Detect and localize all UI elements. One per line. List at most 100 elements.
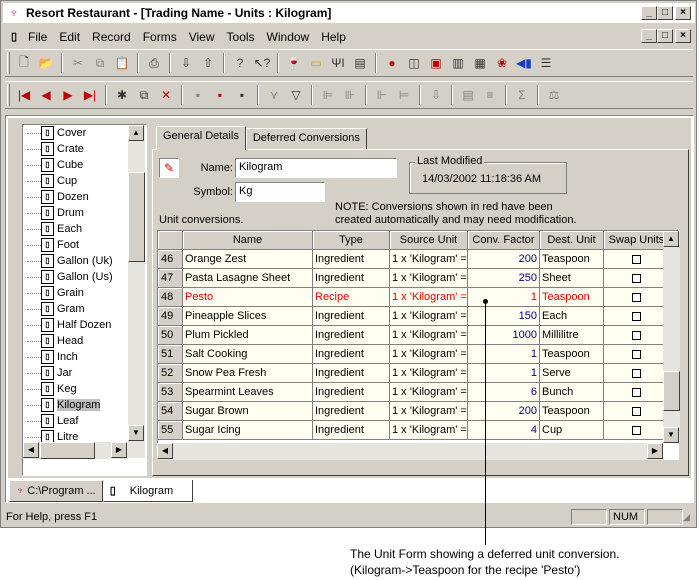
scroll-right-icon[interactable]: ▶ bbox=[111, 442, 127, 458]
cell-swap-units[interactable] bbox=[604, 288, 670, 307]
header-dest-unit[interactable]: Dest. Unit bbox=[540, 231, 604, 250]
cell-name[interactable]: Spearmint Leaves bbox=[183, 383, 313, 402]
cell-source-unit[interactable]: 1 x 'Kilogram' = bbox=[390, 402, 468, 421]
window-tab-program[interactable]: ♆ C:\Program ... bbox=[9, 480, 103, 502]
cell-conv-factor[interactable]: 6 bbox=[468, 383, 540, 402]
cell-swap-units[interactable] bbox=[604, 421, 670, 440]
cell-dest-unit[interactable]: Millilitre bbox=[540, 326, 604, 345]
cell-name[interactable]: Orange Zest bbox=[183, 250, 313, 269]
scroll-thumb[interactable] bbox=[128, 172, 145, 262]
header-type[interactable]: Type bbox=[313, 231, 390, 250]
swap-checkbox[interactable] bbox=[632, 330, 641, 340]
tree-item[interactable]: ▯ Leaf bbox=[23, 413, 127, 429]
cell-conv-factor[interactable]: 200 bbox=[468, 250, 540, 269]
cell-dest-unit[interactable]: Teaspoon bbox=[540, 288, 604, 307]
grid-scroll-down-icon[interactable]: ▼ bbox=[663, 427, 679, 443]
stack-icon[interactable]: ≡ bbox=[480, 85, 500, 105]
table-row[interactable]: 55 Sugar Icing Ingredient 1 x 'Kilogram' = 4… bbox=[158, 421, 678, 440]
tree-item[interactable]: ▯ Keg bbox=[23, 381, 127, 397]
grid-scroll-thumb[interactable] bbox=[663, 371, 680, 411]
mdi-minimize-button[interactable]: _ bbox=[641, 29, 657, 43]
copy-icon[interactable]: ⧉ bbox=[90, 53, 110, 73]
swap-checkbox[interactable] bbox=[632, 311, 641, 321]
tree-vscroll[interactable]: ▲ ▼ bbox=[128, 125, 145, 458]
header-swap-units[interactable]: Swap Units bbox=[604, 231, 670, 250]
align-4-icon[interactable]: ⊨ bbox=[394, 85, 414, 105]
cell-name[interactable]: Salt Cooking bbox=[183, 345, 313, 364]
scroll-up-icon[interactable]: ▲ bbox=[128, 125, 144, 141]
cell-swap-units[interactable] bbox=[604, 383, 670, 402]
cell-swap-units[interactable] bbox=[604, 345, 670, 364]
dish-icon[interactable]: ◫ bbox=[404, 53, 424, 73]
menu-forms[interactable]: Forms bbox=[137, 30, 183, 44]
book-icon[interactable]: ▥ bbox=[448, 53, 468, 73]
grid-hscroll[interactable]: ◀ ▶ bbox=[157, 443, 663, 460]
cell-source-unit[interactable]: 1 x 'Kilogram' = bbox=[390, 364, 468, 383]
cell-conv-factor[interactable]: 1 bbox=[468, 345, 540, 364]
next-record-icon[interactable]: ▶ bbox=[58, 85, 78, 105]
swap-checkbox[interactable] bbox=[632, 349, 641, 359]
wine-icon[interactable]: 🍷 bbox=[284, 53, 304, 73]
cell-swap-units[interactable] bbox=[604, 402, 670, 421]
cell-dest-unit[interactable]: Teaspoon bbox=[540, 402, 604, 421]
grid-scroll-left-icon[interactable]: ◀ bbox=[157, 443, 173, 459]
cell-source-unit[interactable]: 1 x 'Kilogram' = bbox=[390, 345, 468, 364]
table-row[interactable]: 48 Pesto Recipe 1 x 'Kilogram' = 1 Teaspoon bbox=[158, 288, 678, 307]
cell-type[interactable]: Ingredient bbox=[313, 364, 390, 383]
cell-type[interactable]: Recipe bbox=[313, 288, 390, 307]
paste-icon[interactable]: 📋 bbox=[112, 53, 132, 73]
new-record-icon[interactable]: ✱ bbox=[112, 85, 132, 105]
cell-name[interactable]: Pasta Lasagne Sheet bbox=[183, 269, 313, 288]
table-row[interactable]: 54 Sugar Brown Ingredient 1 x 'Kilogram' = 2… bbox=[158, 402, 678, 421]
cell-swap-units[interactable] bbox=[604, 326, 670, 345]
filter-icon[interactable]: ▽ bbox=[286, 85, 306, 105]
menu-record[interactable]: Record bbox=[86, 30, 137, 44]
cell-source-unit[interactable]: 1 x 'Kilogram' = bbox=[390, 383, 468, 402]
cell-dest-unit[interactable]: Teaspoon bbox=[540, 250, 604, 269]
cell-type[interactable]: Ingredient bbox=[313, 250, 390, 269]
grid-vscroll[interactable]: ▲ ▼ bbox=[663, 231, 680, 443]
document-icon[interactable]: ▤ bbox=[350, 53, 370, 73]
sum-icon[interactable]: Σ bbox=[512, 85, 532, 105]
swap-checkbox[interactable] bbox=[632, 425, 641, 435]
ingredient-icon[interactable]: ▭ bbox=[306, 53, 326, 73]
resize-grip-icon[interactable]: ◢ bbox=[683, 512, 695, 523]
scroll-left-icon[interactable]: ◀ bbox=[23, 442, 39, 458]
cell-name[interactable]: Pesto bbox=[183, 288, 313, 307]
swap-checkbox[interactable] bbox=[632, 387, 641, 397]
report-icon[interactable]: ▣ bbox=[426, 53, 446, 73]
tree-item[interactable]: ▯ Gram bbox=[23, 301, 127, 317]
doc-menu-icon[interactable]: ▯ bbox=[6, 29, 22, 45]
cell-type[interactable]: Ingredient bbox=[313, 269, 390, 288]
window-tab-kilogram[interactable]: ▯ Kilogram bbox=[102, 480, 193, 502]
tree-item[interactable]: ▯ Head bbox=[23, 333, 127, 349]
align-3-icon[interactable]: ⊩ bbox=[372, 85, 392, 105]
cell-type[interactable]: Ingredient bbox=[313, 326, 390, 345]
cell-name[interactable]: Pineapple Slices bbox=[183, 307, 313, 326]
last-record-icon[interactable]: ▶| bbox=[80, 85, 100, 105]
import-data-icon[interactable]: ⇩ bbox=[426, 85, 446, 105]
export-icon[interactable]: ⇧ bbox=[198, 53, 218, 73]
app-icon[interactable]: ♆ bbox=[6, 5, 22, 21]
import-icon[interactable]: ⇩ bbox=[176, 53, 196, 73]
tree-item[interactable]: ▯ Dozen bbox=[23, 189, 127, 205]
save-all-icon[interactable]: ▪ bbox=[210, 85, 230, 105]
mdi-restore-button[interactable]: □ bbox=[657, 29, 673, 43]
cell-swap-units[interactable] bbox=[604, 269, 670, 288]
cell-conv-factor[interactable]: 1 bbox=[468, 364, 540, 383]
toolbar-grip-2[interactable] bbox=[7, 84, 10, 106]
tree-item[interactable]: ▯ Jar bbox=[23, 365, 127, 381]
menu-edit[interactable]: Edit bbox=[53, 30, 86, 44]
cell-conv-factor[interactable]: 150 bbox=[468, 307, 540, 326]
copy-record-icon[interactable]: ⧉ bbox=[134, 85, 154, 105]
tab-deferred-conversions[interactable]: Deferred Conversions bbox=[245, 128, 367, 150]
tree-item[interactable]: ▯ Half Dozen bbox=[23, 317, 127, 333]
cell-name[interactable]: Sugar Icing bbox=[183, 421, 313, 440]
truck-icon[interactable]: ◀▮ bbox=[514, 53, 534, 73]
menu-tools[interactable]: Tools bbox=[221, 30, 261, 44]
balloons-icon[interactable]: ❀ bbox=[492, 53, 512, 73]
cell-source-unit[interactable]: 1 x 'Kilogram' = bbox=[390, 307, 468, 326]
new-icon[interactable]: 🗋 bbox=[14, 53, 34, 73]
cell-swap-units[interactable] bbox=[604, 364, 670, 383]
prev-record-icon[interactable]: ◀ bbox=[36, 85, 56, 105]
